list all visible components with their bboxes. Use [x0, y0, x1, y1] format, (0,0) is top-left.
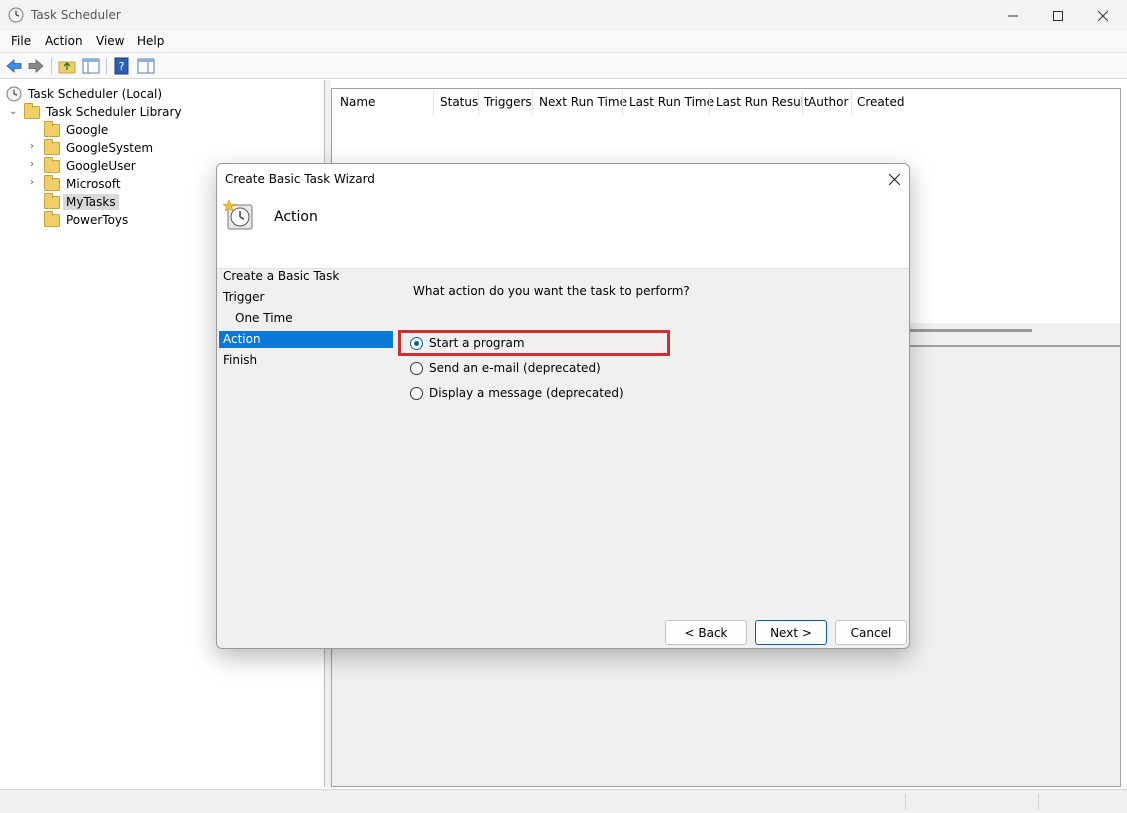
folder-icon [44, 138, 60, 155]
option-label: Send an e-mail (deprecated) [429, 361, 601, 375]
chevron-right-icon[interactable]: › [30, 159, 34, 170]
column-header-next-run-time[interactable]: Next Run Time [539, 95, 627, 109]
menu-file[interactable]: File [11, 34, 31, 48]
tree-item-label: MyTasks [63, 194, 119, 210]
task-scheduler-icon [8, 7, 24, 23]
column-header-last-run-result[interactable]: Last Run Result [716, 95, 809, 109]
action-question: What action do you want the task to perf… [413, 284, 690, 298]
column-divider[interactable] [622, 91, 623, 115]
step-create-basic-task[interactable]: Create a Basic Task [219, 268, 393, 285]
next-button[interactable]: Next > [755, 620, 827, 645]
column-header-created[interactable]: Created [857, 95, 905, 109]
option-label: Start a program [429, 336, 525, 350]
tree-item-root[interactable]: Task Scheduler (Local) [6, 85, 165, 103]
folder-icon [44, 192, 60, 209]
radio-button[interactable] [410, 386, 423, 400]
dialog-header: Action [217, 194, 909, 269]
status-divider [905, 794, 906, 810]
tree-item-googlesystem[interactable]: GoogleSystem [44, 138, 156, 157]
option-label: Display a message (deprecated) [429, 386, 624, 400]
minimize-button[interactable] [990, 0, 1036, 31]
forward-arrow-icon[interactable] [27, 57, 45, 75]
column-header-triggers[interactable]: Triggers [484, 95, 532, 109]
tree-item-label: Google [66, 123, 109, 137]
up-folder-icon[interactable] [58, 57, 76, 75]
dialog-heading: Action [274, 209, 318, 225]
back-arrow-icon[interactable] [5, 57, 23, 75]
step-action[interactable]: Action [219, 331, 393, 348]
task-wizard-icon [223, 199, 253, 230]
close-window-button[interactable] [1080, 0, 1126, 31]
toolbar-separator [51, 58, 52, 74]
option-start-program[interactable]: Start a program [410, 334, 525, 352]
step-one-time[interactable]: One Time [219, 310, 393, 327]
close-icon [1098, 10, 1108, 21]
show-action-pane-icon[interactable] [137, 57, 155, 75]
column-divider[interactable] [532, 91, 533, 115]
column-header-status[interactable]: Status [440, 95, 478, 109]
help-icon[interactable]: ? [113, 57, 131, 75]
horizontal-scrollbar[interactable] [910, 329, 1032, 332]
create-basic-task-wizard: Create Basic Task Wizard Action Create a… [216, 163, 910, 649]
tree-item-microsoft[interactable]: Microsoft [44, 174, 124, 193]
tree-item-googleuser[interactable]: GoogleUser [44, 156, 139, 175]
tree-item-label: Task Scheduler Library [46, 105, 182, 119]
step-trigger[interactable]: Trigger [219, 289, 393, 306]
folder-clock-icon [24, 102, 40, 119]
radio-button[interactable] [410, 361, 423, 375]
tree-item-mytasks[interactable]: MyTasks [44, 192, 119, 211]
toolbar-separator [106, 58, 107, 74]
column-divider[interactable] [478, 91, 479, 115]
dialog-close-button[interactable] [883, 168, 905, 190]
window-title: Task Scheduler [31, 8, 121, 22]
column-divider[interactable] [851, 91, 852, 115]
dialog-title: Create Basic Task Wizard [225, 172, 375, 186]
minimize-icon [1008, 15, 1018, 16]
menu-help[interactable]: Help [137, 34, 164, 48]
tree-item-label: GoogleUser [66, 159, 136, 173]
folder-icon [44, 174, 60, 191]
status-divider [1038, 794, 1039, 810]
tree-item-label: GoogleSystem [66, 141, 154, 155]
tree-item-label: PowerToys [66, 213, 129, 227]
tree-item-powertoys[interactable]: PowerToys [44, 210, 131, 229]
close-icon [888, 173, 900, 185]
menu-bar: File Action View Help [0, 31, 1127, 53]
back-button[interactable]: < Back [665, 620, 747, 645]
cancel-button[interactable]: Cancel [835, 620, 907, 645]
maximize-button[interactable] [1035, 0, 1081, 31]
column-header-author[interactable]: Author [808, 95, 848, 109]
chevron-right-icon[interactable]: › [30, 177, 34, 188]
maximize-icon [1053, 10, 1063, 21]
column-header-name[interactable]: Name [340, 95, 375, 109]
tree-item-label: Microsoft [66, 177, 121, 191]
tree-item-label: Task Scheduler (Local) [28, 87, 163, 101]
folder-icon [44, 210, 60, 227]
column-header-last-run-time[interactable]: Last Run Time [629, 95, 714, 109]
radio-button[interactable] [410, 336, 423, 350]
menu-view[interactable]: View [96, 34, 124, 48]
tree-item-google[interactable]: Google [44, 120, 111, 139]
column-divider[interactable] [433, 91, 434, 115]
folder-icon [44, 120, 60, 137]
svg-text:?: ? [119, 60, 125, 73]
tree-item-library[interactable]: Task Scheduler Library [24, 102, 185, 121]
chevron-right-icon[interactable]: › [30, 141, 34, 152]
column-divider[interactable] [709, 91, 710, 115]
column-divider[interactable] [802, 91, 803, 115]
option-display-message[interactable]: Display a message (deprecated) [410, 384, 624, 402]
step-finish[interactable]: Finish [219, 352, 393, 369]
chevron-down-icon[interactable]: ⌄ [9, 106, 17, 117]
toolbar: ? [0, 53, 1127, 79]
title-bar: Task Scheduler [0, 0, 1127, 31]
show-hide-console-tree-icon[interactable] [82, 57, 100, 75]
folder-icon [44, 156, 60, 173]
dialog-title-bar: Create Basic Task Wizard [217, 164, 909, 194]
status-bar [0, 789, 1127, 813]
menu-action[interactable]: Action [45, 34, 83, 48]
option-send-email[interactable]: Send an e-mail (deprecated) [410, 359, 601, 377]
clock-icon [6, 86, 22, 102]
